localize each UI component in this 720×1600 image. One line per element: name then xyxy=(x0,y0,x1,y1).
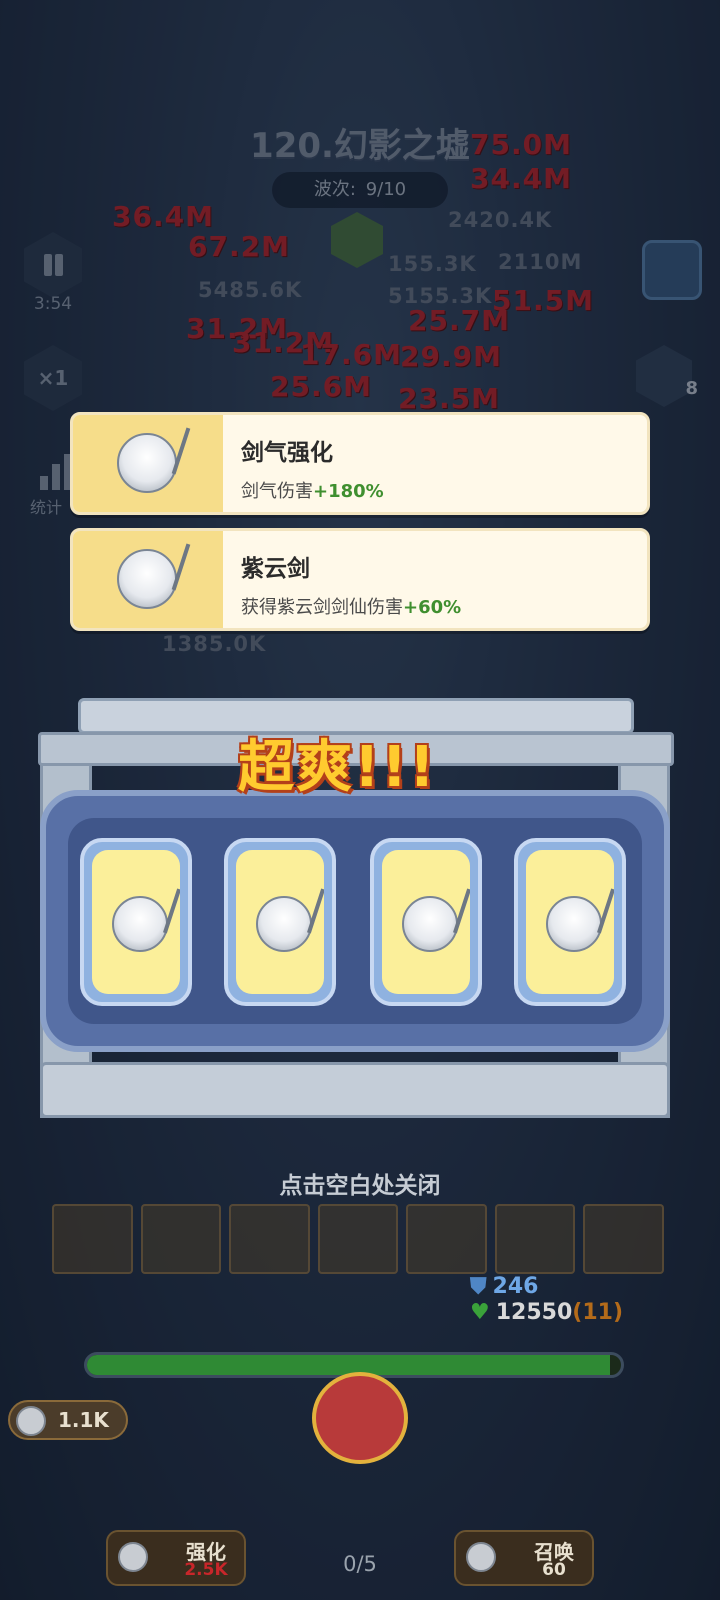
summon-progress: 0/5 xyxy=(343,1552,377,1576)
hero-slot[interactable] xyxy=(406,1204,487,1274)
shield-value: 246 xyxy=(470,1274,539,1299)
machine-base xyxy=(40,1062,670,1118)
buff-card[interactable]: 紫云剑 获得紫云剑剑仙伤害+60% xyxy=(70,528,650,631)
card-bonus: +180% xyxy=(313,481,384,502)
sword-immortal-icon xyxy=(117,433,177,493)
card-bonus: +60% xyxy=(403,597,462,618)
sword-immortal-icon xyxy=(402,896,458,952)
reel-window xyxy=(526,850,614,994)
pirate-hero-avatar[interactable] xyxy=(312,1372,408,1464)
coin-icon xyxy=(466,1542,496,1572)
card-title: 剑气强化 xyxy=(241,440,333,466)
reel-window xyxy=(236,850,324,994)
hp-value: 12550(11) xyxy=(470,1300,623,1325)
jackpot-text: 超爽!!! xyxy=(238,735,437,800)
slot-reel xyxy=(514,838,626,1006)
close-hint: 点击空白处关闭 xyxy=(279,1173,441,1199)
coin-icon xyxy=(16,1406,46,1436)
card-desc: 剑气伤害+180% xyxy=(241,477,384,503)
card-desc: 获得紫云剑剑仙伤害+60% xyxy=(241,593,461,619)
card-icon-panel xyxy=(73,415,223,512)
card-icon-panel xyxy=(73,531,223,628)
slot-reel xyxy=(370,838,482,1006)
hp-extra: (11) xyxy=(572,1300,624,1325)
sword-immortal-icon xyxy=(117,549,177,609)
slot-reel xyxy=(80,838,192,1006)
coin-counter: 1.1K xyxy=(8,1400,128,1440)
hero-slot[interactable] xyxy=(583,1204,665,1274)
hero-slot[interactable] xyxy=(52,1204,133,1274)
card-title: 紫云剑 xyxy=(241,556,310,582)
card-desc-text: 剑气伤害 xyxy=(241,481,313,502)
reel-window xyxy=(92,850,180,994)
summon-button[interactable]: 召唤 60 xyxy=(454,1530,594,1586)
hero-slots xyxy=(52,1204,665,1274)
buff-card[interactable]: 剑气强化 剑气伤害+180% xyxy=(70,412,650,515)
summon-cost: 60 xyxy=(542,1560,566,1580)
slot-reel xyxy=(224,838,336,1006)
sword-immortal-icon xyxy=(546,896,602,952)
hp-bar-fill xyxy=(87,1355,611,1375)
hero-slot[interactable] xyxy=(140,1204,222,1274)
hero-slot[interactable] xyxy=(494,1204,576,1274)
reel-window xyxy=(382,850,470,994)
sword-immortal-icon xyxy=(112,896,168,952)
hp-number: 12550 xyxy=(495,1300,573,1325)
hero-slot[interactable] xyxy=(229,1204,310,1274)
card-desc-text: 获得紫云剑剑仙伤害 xyxy=(241,597,403,618)
sword-immortal-icon xyxy=(256,896,312,952)
hero-slot[interactable] xyxy=(317,1204,399,1274)
coin-value: 1.1K xyxy=(58,1408,109,1432)
game-screen[interactable]: 120.幻影之墟 波次: 9/10 3:54 ×1 统计 8 75.0M 34.… xyxy=(0,0,720,1600)
